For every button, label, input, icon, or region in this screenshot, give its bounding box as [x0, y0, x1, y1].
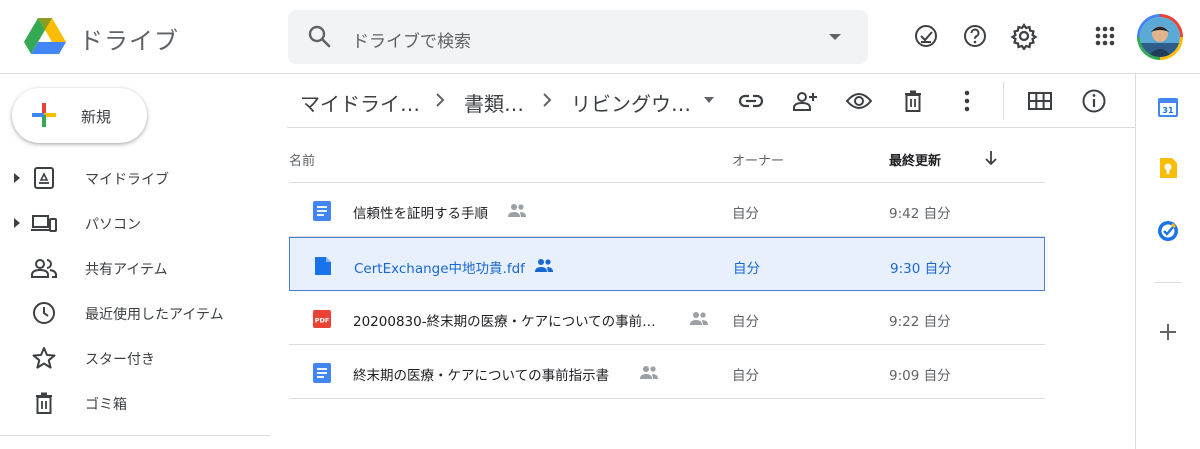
- sidebar-item-trash[interactable]: ゴミ箱: [0, 383, 270, 423]
- tasks-icon[interactable]: [1157, 220, 1179, 242]
- table-row[interactable]: 終末期の医療・ケアについての事前指示書 自分 9:09 自分: [289, 345, 1045, 399]
- file-name: CertExchange中地功貴.fdf: [354, 261, 525, 277]
- ready-offline-icon[interactable]: [912, 22, 940, 50]
- sidebar-item-label: スター付き: [85, 352, 155, 368]
- file-name: 信頼性を証明する手順: [353, 206, 488, 222]
- chevron-right-icon: [543, 93, 552, 107]
- info-icon[interactable]: [1081, 88, 1107, 114]
- avatar[interactable]: [1137, 14, 1183, 60]
- toolbar-divider: [1003, 82, 1004, 120]
- sidebar-item-shared[interactable]: 共有アイテム: [0, 248, 270, 288]
- pdf-icon: PDF: [313, 310, 331, 328]
- my-drive-icon: [34, 167, 54, 189]
- expand-arrow-icon[interactable]: [13, 172, 21, 184]
- help-icon[interactable]: [961, 22, 989, 50]
- breadcrumb-item[interactable]: マイドライ…: [300, 88, 420, 117]
- preview-eye-icon[interactable]: [846, 88, 872, 114]
- top-bar: ドライブ ドライブで検索: [0, 0, 1200, 74]
- file-owner: 自分: [732, 368, 759, 384]
- file-modified: 9:42 自分: [889, 206, 951, 222]
- shared-people-icon: [690, 312, 708, 325]
- file-owner: 自分: [732, 314, 759, 330]
- table-row[interactable]: PDF 20200830-終末期の医療・ケアについての事前… 自分 9:22 自…: [289, 291, 1045, 345]
- more-vert-icon[interactable]: [954, 88, 980, 114]
- sidebar-divider: [0, 435, 270, 436]
- column-header-name[interactable]: 名前: [289, 150, 315, 169]
- search-bar[interactable]: ドライブで検索: [288, 10, 868, 64]
- table-row-selected[interactable]: CertExchange中地功貴.fdf 自分 9:30 自分: [289, 237, 1045, 291]
- chevron-down-icon[interactable]: [703, 96, 715, 104]
- add-person-icon[interactable]: [792, 88, 818, 114]
- file-name: 20200830-終末期の医療・ケアについての事前…: [353, 314, 656, 330]
- side-panel: 31: [1135, 74, 1200, 449]
- column-header-modified[interactable]: 最終更新: [889, 150, 941, 169]
- svg-text:PDF: PDF: [315, 317, 330, 325]
- file-icon: [315, 257, 331, 275]
- sidebar-item-label: パソコン: [85, 217, 141, 233]
- chevron-right-icon: [436, 93, 445, 107]
- toolbar: マイドライ… 書類… リビングウ…: [287, 74, 1135, 128]
- computer-icon: [31, 215, 57, 232]
- drive-logo-icon[interactable]: [24, 18, 66, 56]
- star-icon: [32, 347, 56, 369]
- file-modified: 9:09 自分: [889, 368, 951, 384]
- sidebar-item-recent[interactable]: 最近使用したアイテム: [0, 293, 270, 333]
- search-options-icon[interactable]: [826, 30, 844, 44]
- table-row[interactable]: 信頼性を証明する手順 自分 9:42 自分: [289, 183, 1045, 237]
- sidebar-item-label: 共有アイテム: [85, 262, 168, 278]
- link-icon[interactable]: [738, 88, 764, 114]
- column-header-owner[interactable]: オーナー: [732, 150, 784, 169]
- breadcrumb-item[interactable]: 書類…: [464, 88, 524, 117]
- sort-arrow-down-icon[interactable]: [983, 150, 999, 166]
- sidebar-item-starred[interactable]: スター付き: [0, 338, 270, 378]
- sidebar-item-label: 最近使用したアイテム: [85, 307, 224, 323]
- search-input[interactable]: ドライブで検索: [352, 27, 471, 52]
- file-name: 終末期の医療・ケアについての事前指示書: [353, 368, 610, 384]
- trash-icon: [36, 392, 52, 414]
- file-modified: 9:22 自分: [889, 314, 951, 330]
- plus-icon: [32, 103, 56, 127]
- new-button-label: 新規: [81, 108, 112, 126]
- sidebar-item-label: マイドライブ: [85, 172, 169, 188]
- clock-icon: [33, 302, 55, 324]
- file-modified: 9:30 自分: [890, 261, 952, 277]
- google-docs-icon: [313, 363, 331, 383]
- file-owner: 自分: [733, 261, 760, 277]
- shared-people-icon: [508, 204, 526, 217]
- expand-arrow-icon[interactable]: [13, 217, 21, 229]
- shared-people-icon: [535, 259, 553, 272]
- google-docs-icon: [313, 201, 331, 221]
- list-header: 名前 オーナー 最終更新: [289, 128, 1045, 183]
- search-icon[interactable]: [306, 23, 334, 51]
- apps-grid-icon[interactable]: [1091, 22, 1119, 50]
- avatar-photo-icon: [1140, 17, 1180, 57]
- app-title[interactable]: ドライブ: [79, 21, 179, 56]
- shared-people-icon: [640, 366, 658, 379]
- file-owner: 自分: [732, 206, 759, 222]
- gear-icon[interactable]: [1010, 22, 1038, 50]
- side-panel-divider: [1154, 282, 1182, 283]
- keep-icon[interactable]: [1157, 157, 1179, 179]
- breadcrumb-current-folder[interactable]: リビングウ…: [571, 88, 691, 117]
- add-icon[interactable]: [1157, 321, 1179, 343]
- sidebar-item-label: ゴミ箱: [85, 397, 127, 413]
- new-button[interactable]: 新規: [12, 88, 147, 143]
- calendar-icon[interactable]: 31: [1157, 96, 1179, 118]
- sidebar-item-computers[interactable]: パソコン: [0, 203, 270, 243]
- grid-view-icon[interactable]: [1027, 88, 1053, 114]
- sidebar-item-my-drive[interactable]: マイドライブ: [0, 158, 270, 198]
- people-icon: [31, 259, 57, 278]
- calendar-day: 31: [1162, 106, 1174, 115]
- trash-icon[interactable]: [900, 88, 926, 114]
